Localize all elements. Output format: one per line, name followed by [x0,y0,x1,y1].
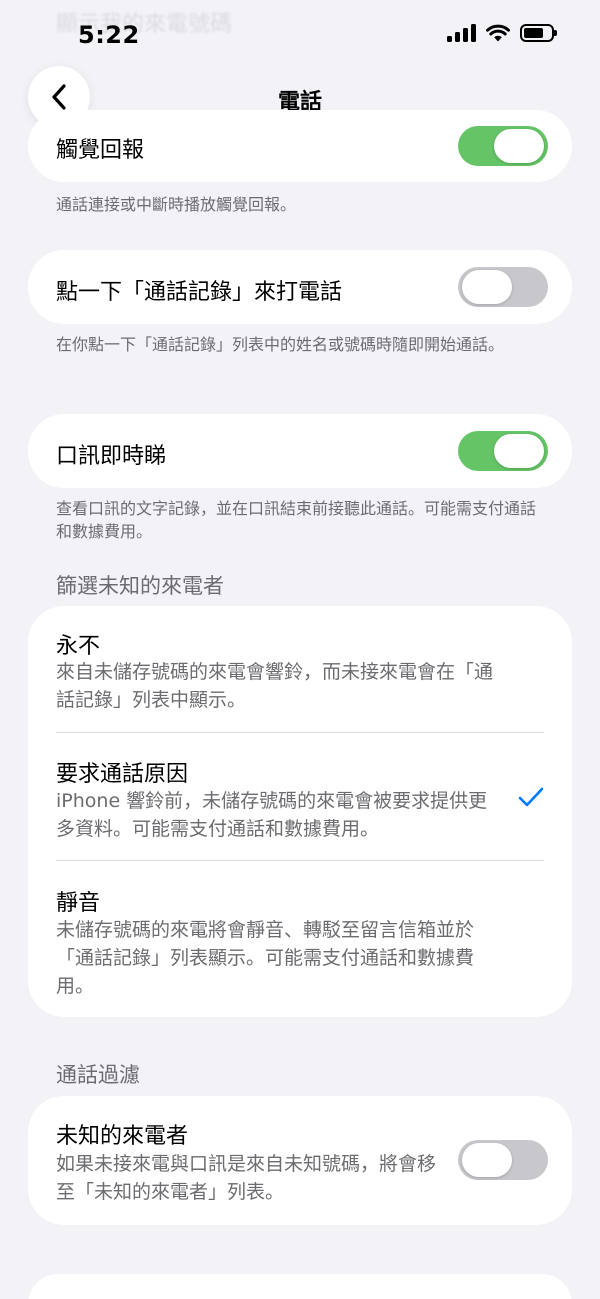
haptics-footnote: 通話連接或中斷時播放觸覺回報。 [56,195,297,214]
next-card [28,1274,572,1299]
option-never[interactable]: 永不 來自未儲存號碼的來電會響鈴，而未接來電會在「通話記錄」列表中顯示。 [28,606,572,732]
tap-to-call-footnote: 在你點一下「通話記錄」列表中的姓名或號碼時隨即開始通話。 [56,335,505,354]
screen-unknown-card: 永不 來自未儲存號碼的來電會響鈴，而未接來電會在「通話記錄」列表中顯示。 要求通… [28,606,572,1017]
option-title: 靜音 [56,891,101,916]
wifi-icon [486,24,510,42]
tap-to-call-toggle[interactable] [458,267,548,307]
tap-to-call-card: 點一下「通話記錄」來打電話 [28,250,572,324]
live-voicemail-footnote: 查看口訊的文字記錄，並在口訊結束前接聽此通話。可能需支付通話和數據費用。 [56,499,537,541]
status-bar: 5:22 [0,0,600,70]
live-voicemail-label: 口訊即時睇 [56,444,167,469]
option-title: 要求通話原因 [56,762,189,787]
status-icons [447,24,557,42]
unknown-callers-description: 如果未接來電與口訊是來自未知號碼，將會移至「未知的來電者」列表。 [56,1153,437,1203]
battery-icon [520,24,557,42]
call-filtering-header: 通話過濾 [56,1063,140,1087]
haptics-toggle[interactable] [458,126,548,166]
call-filtering-card: 未知的來電者 如果未接來電與口訊是來自未知號碼，將會移至「未知的來電者」列表。 [28,1096,572,1225]
live-voicemail-toggle[interactable] [458,431,548,471]
option-silence[interactable]: 靜音 未儲存號碼的來電將會靜音、轉駁至留言信箱並於「通話記錄」列表顯示。可能需支… [28,861,572,1017]
cellular-signal-icon [447,24,476,42]
live-voicemail-card: 口訊即時睇 [28,414,572,488]
screen-unknown-header: 篩選未知的來電者 [56,574,224,598]
haptics-label: 觸覺回報 [56,138,145,163]
option-ask-reason[interactable]: 要求通話原因 iPhone 響鈴前，未儲存號碼的來電會被要求提供更多資料。可能需… [28,733,572,860]
option-description: 未儲存號碼的來電將會靜音、轉駁至留言信箱並於「通話記錄」列表顯示。可能需支付通話… [56,919,475,997]
unknown-callers-toggle[interactable] [458,1140,548,1180]
option-description: 來自未儲存號碼的來電會響鈴，而未接來電會在「通話記錄」列表中顯示。 [56,661,494,711]
tap-to-call-label: 點一下「通話記錄」來打電話 [56,280,343,305]
haptics-card: 觸覺回報 [28,110,572,182]
unknown-callers-title: 未知的來電者 [56,1124,189,1149]
option-description: iPhone 響鈴前，未儲存號碼的來電會被要求提供更多資料。可能需支付通話和數據… [56,790,488,840]
status-time: 5:22 [78,21,140,49]
checkmark-icon [518,787,544,807]
option-title: 永不 [56,634,101,659]
